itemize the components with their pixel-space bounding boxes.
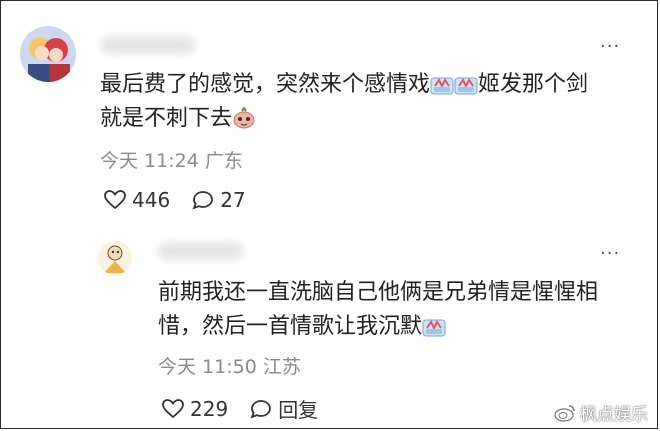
- like-button[interactable]: 446: [104, 188, 170, 212]
- reply-count-button[interactable]: 27: [192, 188, 246, 212]
- replier-avatar[interactable]: [98, 241, 132, 275]
- comment-text: 最后费了的感觉，突然来个感情戏 姬发那个剑: [100, 68, 588, 106]
- comment-meta: 今天 11:24 广东: [100, 150, 243, 172]
- reply-text: 前期我还一直洗脑自己他俩是兄弟情是惺惺相: [158, 276, 598, 310]
- reply-time: 今天 11:50: [158, 356, 257, 378]
- comment-time: 今天 11:24: [100, 150, 199, 172]
- comment-location: 广东: [204, 150, 243, 172]
- comment-icon: [192, 191, 214, 210]
- more-icon[interactable]: ···: [600, 245, 620, 263]
- reply-text-line2: 惜，然后一首情歌让我沉默: [158, 314, 423, 339]
- reply-location: 江苏: [262, 356, 301, 378]
- reply-text-second: 惜，然后一首情歌让我沉默: [158, 310, 446, 348]
- comment-text-line1-tail: 姬发那个剑: [478, 72, 589, 97]
- comment-icon: [250, 399, 272, 419]
- reply-meta: 今天 11:50 江苏: [158, 356, 301, 378]
- reply-button[interactable]: 回复: [250, 394, 318, 423]
- comment-text-line1: 最后费了的感觉，突然来个感情戏: [100, 72, 431, 97]
- reply-count: 27: [220, 188, 246, 212]
- screenshot-frame: [0, 0, 658, 429]
- comment-actions: 446 27: [104, 188, 268, 212]
- reply-text-line1: 前期我还一直洗脑自己他俩是兄弟情是惺惺相: [158, 280, 599, 305]
- reply-button-label: 回复: [278, 398, 319, 422]
- commenter-name-blurred[interactable]: [100, 36, 196, 54]
- reply-like-count: 229: [190, 396, 229, 421]
- comment-text-second: 就是不刺下去: [100, 102, 256, 140]
- reply-actions: 229 回复: [162, 394, 340, 423]
- more-icon[interactable]: ···: [600, 38, 620, 56]
- watermark: 枫点娱乐: [554, 400, 648, 425]
- emoji-icon: [422, 314, 446, 348]
- replier-name-blurred[interactable]: [158, 242, 244, 260]
- weibo-logo-icon: [554, 404, 575, 422]
- watermark-text: 枫点娱乐: [580, 405, 648, 425]
- commenter-avatar[interactable]: [20, 26, 76, 82]
- heart-icon: [162, 398, 184, 418]
- reply-like-button[interactable]: 229: [162, 397, 228, 421]
- emoji-icon: [454, 72, 478, 106]
- emoji-icon: [430, 72, 454, 106]
- heart-icon: [104, 190, 126, 210]
- comment-text-line2: 就是不刺下去: [100, 106, 233, 131]
- like-count: 446: [132, 188, 171, 212]
- emoji-icon: [232, 106, 256, 140]
